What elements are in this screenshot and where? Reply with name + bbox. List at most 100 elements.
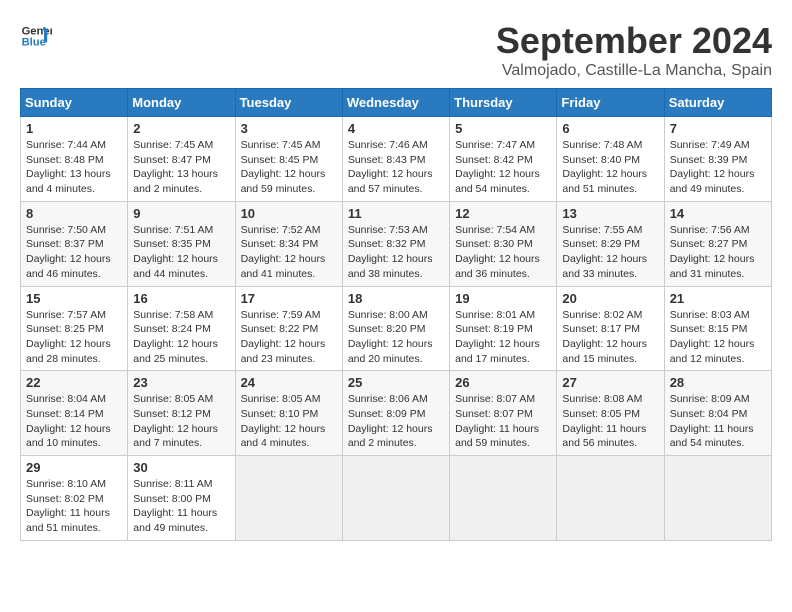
day-details: Sunrise: 8:06 AMSunset: 8:09 PMDaylight:…: [348, 392, 444, 451]
day-details: Sunrise: 7:46 AMSunset: 8:43 PMDaylight:…: [348, 138, 444, 197]
day-details: Sunrise: 8:05 AMSunset: 8:12 PMDaylight:…: [133, 392, 229, 451]
day-number: 27: [562, 375, 658, 390]
day-number: 11: [348, 206, 444, 221]
day-details: Sunrise: 7:50 AMSunset: 8:37 PMDaylight:…: [26, 223, 122, 282]
col-thursday: Thursday: [450, 89, 557, 117]
day-number: 10: [241, 206, 337, 221]
day-number: 20: [562, 291, 658, 306]
calendar-table: Sunday Monday Tuesday Wednesday Thursday…: [20, 88, 772, 541]
day-details: Sunrise: 7:48 AMSunset: 8:40 PMDaylight:…: [562, 138, 658, 197]
calendar-week-row: 15 Sunrise: 7:57 AMSunset: 8:25 PMDayligh…: [21, 286, 772, 371]
col-monday: Monday: [128, 89, 235, 117]
day-number: 23: [133, 375, 229, 390]
day-number: 21: [670, 291, 766, 306]
day-details: Sunrise: 7:53 AMSunset: 8:32 PMDaylight:…: [348, 223, 444, 282]
calendar-week-row: 29 Sunrise: 8:10 AMSunset: 8:02 PMDayligh…: [21, 456, 772, 541]
table-row: 25 Sunrise: 8:06 AMSunset: 8:09 PMDayligh…: [342, 371, 449, 456]
day-details: Sunrise: 7:47 AMSunset: 8:42 PMDaylight:…: [455, 138, 551, 197]
svg-text:General: General: [22, 25, 52, 37]
table-row: [557, 456, 664, 541]
day-number: 13: [562, 206, 658, 221]
day-number: 25: [348, 375, 444, 390]
logo-icon: General Blue: [20, 20, 52, 52]
table-row: 23 Sunrise: 8:05 AMSunset: 8:12 PMDayligh…: [128, 371, 235, 456]
day-details: Sunrise: 7:45 AMSunset: 8:45 PMDaylight:…: [241, 138, 337, 197]
day-number: 29: [26, 460, 122, 475]
table-row: 7 Sunrise: 7:49 AMSunset: 8:39 PMDaylight…: [664, 117, 771, 202]
day-number: 28: [670, 375, 766, 390]
day-number: 1: [26, 121, 122, 136]
calendar-header-row: Sunday Monday Tuesday Wednesday Thursday…: [21, 89, 772, 117]
day-details: Sunrise: 7:54 AMSunset: 8:30 PMDaylight:…: [455, 223, 551, 282]
day-number: 7: [670, 121, 766, 136]
day-details: Sunrise: 8:03 AMSunset: 8:15 PMDaylight:…: [670, 308, 766, 367]
day-number: 24: [241, 375, 337, 390]
day-details: Sunrise: 7:56 AMSunset: 8:27 PMDaylight:…: [670, 223, 766, 282]
table-row: 24 Sunrise: 8:05 AMSunset: 8:10 PMDayligh…: [235, 371, 342, 456]
day-details: Sunrise: 7:52 AMSunset: 8:34 PMDaylight:…: [241, 223, 337, 282]
day-details: Sunrise: 7:45 AMSunset: 8:47 PMDaylight:…: [133, 138, 229, 197]
col-sunday: Sunday: [21, 89, 128, 117]
day-number: 8: [26, 206, 122, 221]
day-number: 3: [241, 121, 337, 136]
calendar-week-row: 8 Sunrise: 7:50 AMSunset: 8:37 PMDaylight…: [21, 201, 772, 286]
table-row: 17 Sunrise: 7:59 AMSunset: 8:22 PMDayligh…: [235, 286, 342, 371]
day-number: 6: [562, 121, 658, 136]
day-number: 4: [348, 121, 444, 136]
table-row: 28 Sunrise: 8:09 AMSunset: 8:04 PMDayligh…: [664, 371, 771, 456]
table-row: [235, 456, 342, 541]
day-details: Sunrise: 8:02 AMSunset: 8:17 PMDaylight:…: [562, 308, 658, 367]
table-row: 16 Sunrise: 7:58 AMSunset: 8:24 PMDayligh…: [128, 286, 235, 371]
table-row: 15 Sunrise: 7:57 AMSunset: 8:25 PMDayligh…: [21, 286, 128, 371]
day-details: Sunrise: 8:04 AMSunset: 8:14 PMDaylight:…: [26, 392, 122, 451]
day-details: Sunrise: 8:07 AMSunset: 8:07 PMDaylight:…: [455, 392, 551, 451]
table-row: 12 Sunrise: 7:54 AMSunset: 8:30 PMDayligh…: [450, 201, 557, 286]
month-title: September 2024: [496, 20, 772, 62]
day-number: 17: [241, 291, 337, 306]
day-details: Sunrise: 8:09 AMSunset: 8:04 PMDaylight:…: [670, 392, 766, 451]
table-row: 29 Sunrise: 8:10 AMSunset: 8:02 PMDayligh…: [21, 456, 128, 541]
table-row: 18Sunrise: 8:00 AMSunset: 8:20 PMDayligh…: [342, 286, 449, 371]
day-details: Sunrise: 7:58 AMSunset: 8:24 PMDaylight:…: [133, 308, 229, 367]
title-section: September 2024 Valmojado, Castille-La Ma…: [496, 20, 772, 80]
table-row: 22 Sunrise: 8:04 AMSunset: 8:14 PMDayligh…: [21, 371, 128, 456]
table-row: 21 Sunrise: 8:03 AMSunset: 8:15 PMDayligh…: [664, 286, 771, 371]
table-row: 20 Sunrise: 8:02 AMSunset: 8:17 PMDayligh…: [557, 286, 664, 371]
table-row: 9 Sunrise: 7:51 AMSunset: 8:35 PMDaylight…: [128, 201, 235, 286]
calendar-week-row: 1 Sunrise: 7:44 AMSunset: 8:48 PMDaylight…: [21, 117, 772, 202]
day-details: Sunrise: 7:59 AMSunset: 8:22 PMDaylight:…: [241, 308, 337, 367]
table-row: 1 Sunrise: 7:44 AMSunset: 8:48 PMDaylight…: [21, 117, 128, 202]
calendar-week-row: 22 Sunrise: 8:04 AMSunset: 8:14 PMDayligh…: [21, 371, 772, 456]
day-number: 19: [455, 291, 551, 306]
table-row: 6 Sunrise: 7:48 AMSunset: 8:40 PMDaylight…: [557, 117, 664, 202]
col-saturday: Saturday: [664, 89, 771, 117]
day-number: 22: [26, 375, 122, 390]
day-details: Sunrise: 7:57 AMSunset: 8:25 PMDaylight:…: [26, 308, 122, 367]
day-number: 26: [455, 375, 551, 390]
day-number: 16: [133, 291, 229, 306]
day-number: 5: [455, 121, 551, 136]
day-details: Sunrise: 7:55 AMSunset: 8:29 PMDaylight:…: [562, 223, 658, 282]
day-number: 14: [670, 206, 766, 221]
day-details: Sunrise: 7:49 AMSunset: 8:39 PMDaylight:…: [670, 138, 766, 197]
col-wednesday: Wednesday: [342, 89, 449, 117]
table-row: 19Sunrise: 8:01 AMSunset: 8:19 PMDayligh…: [450, 286, 557, 371]
day-details: Sunrise: 8:05 AMSunset: 8:10 PMDaylight:…: [241, 392, 337, 451]
col-friday: Friday: [557, 89, 664, 117]
table-row: [664, 456, 771, 541]
table-row: 3 Sunrise: 7:45 AMSunset: 8:45 PMDaylight…: [235, 117, 342, 202]
table-row: 5 Sunrise: 7:47 AMSunset: 8:42 PMDaylight…: [450, 117, 557, 202]
day-number: 15: [26, 291, 122, 306]
day-details: Sunrise: 8:11 AMSunset: 8:00 PMDaylight:…: [133, 477, 229, 536]
day-details: Sunrise: 8:08 AMSunset: 8:05 PMDaylight:…: [562, 392, 658, 451]
day-number: 12: [455, 206, 551, 221]
day-number: 2: [133, 121, 229, 136]
table-row: 13 Sunrise: 7:55 AMSunset: 8:29 PMDayligh…: [557, 201, 664, 286]
day-number: 9: [133, 206, 229, 221]
day-details: Sunrise: 7:44 AMSunset: 8:48 PMDaylight:…: [26, 138, 122, 197]
day-details: Sunrise: 7:51 AMSunset: 8:35 PMDaylight:…: [133, 223, 229, 282]
table-row: 8 Sunrise: 7:50 AMSunset: 8:37 PMDaylight…: [21, 201, 128, 286]
location-subtitle: Valmojado, Castille-La Mancha, Spain: [496, 62, 772, 80]
day-details: Sunrise: 8:10 AMSunset: 8:02 PMDaylight:…: [26, 477, 122, 536]
logo: General Blue: [20, 20, 52, 52]
